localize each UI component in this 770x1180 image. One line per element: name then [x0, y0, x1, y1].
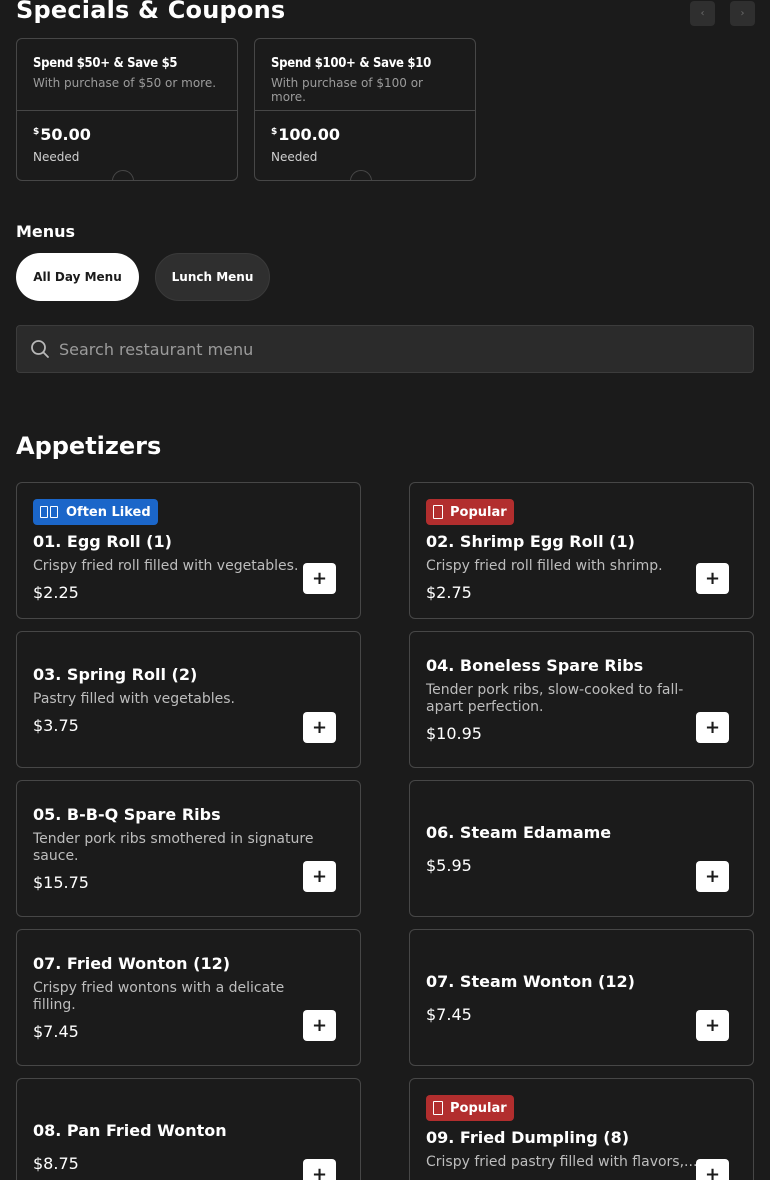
item-price: $15.75 [33, 873, 89, 892]
item-price: $2.75 [426, 583, 472, 602]
menu-item-card[interactable]: 06. Steam Edamame $5.95 + [409, 780, 754, 917]
menu-item-card[interactable]: Often Liked 01. Egg Roll (1) Crispy frie… [16, 482, 361, 619]
popular-badge: Popular [426, 499, 514, 525]
coupon-title: Spend $100+ & Save $10 [271, 56, 431, 71]
often-liked-icon [40, 506, 58, 518]
item-name: 03. Spring Roll (2) [33, 664, 198, 684]
item-name: 02. Shrimp Egg Roll (1) [426, 532, 635, 551]
coupon-needed: Needed [271, 150, 318, 164]
coupon-title: Spend $50+ & Save $5 [33, 56, 178, 71]
add-item-button[interactable]: + [696, 1010, 729, 1041]
item-description: Crispy fried roll filled with vegetables… [33, 558, 299, 574]
search-icon [31, 340, 49, 358]
tab-lunch-menu[interactable]: Lunch Menu [155, 253, 270, 301]
item-price: $8.75 [33, 1154, 79, 1173]
item-name: 06. Steam Edamame [426, 822, 612, 842]
popular-icon [433, 1101, 443, 1115]
search-input[interactable] [59, 326, 739, 372]
item-price: $7.45 [426, 1004, 472, 1024]
carousel-next-button[interactable]: › [730, 1, 755, 26]
add-item-button[interactable]: + [303, 1010, 336, 1041]
item-price: $10.95 [426, 724, 482, 743]
item-price: $3.75 [33, 715, 79, 735]
menu-item-card[interactable]: 07. Steam Wonton (12) $7.45 + [409, 929, 754, 1066]
add-item-button[interactable]: + [696, 563, 729, 594]
coupon-needed: Needed [33, 150, 80, 164]
add-item-button[interactable]: + [696, 1159, 729, 1180]
item-price: $5.95 [426, 855, 472, 875]
popular-icon [433, 505, 443, 519]
coupon-amount: $100.00 [271, 125, 341, 144]
add-item-button[interactable]: + [303, 563, 336, 594]
item-description: Pastry filled with vegetables. [33, 690, 235, 707]
item-name: 09. Fried Dumpling (8) [426, 1128, 630, 1147]
menu-item-card[interactable]: 05. B-B-Q Spare Ribs Tender pork ribs sm… [16, 780, 361, 917]
item-name: 07. Fried Wonton (12) [33, 954, 231, 973]
coupon-notch [112, 170, 134, 180]
chevron-right-icon: › [740, 8, 745, 19]
item-name: 04. Boneless Spare Ribs [426, 656, 644, 675]
add-item-button[interactable]: + [303, 712, 336, 743]
item-description: Tender pork ribs, slow-cooked to fall-ap… [426, 682, 684, 715]
add-item-button[interactable]: + [303, 861, 336, 892]
item-name: 01. Egg Roll (1) [33, 532, 172, 551]
add-item-button[interactable]: + [696, 712, 729, 743]
menu-item-card[interactable]: Popular 09. Fried Dumpling (8) Crispy fr… [409, 1078, 754, 1180]
menu-item-card[interactable]: 04. Boneless Spare Ribs Tender pork ribs… [409, 631, 754, 768]
coupon-card[interactable]: Spend $100+ & Save $10 With purchase of … [254, 38, 476, 181]
add-item-button[interactable]: + [303, 1159, 336, 1180]
item-name: 07. Steam Wonton (12) [426, 971, 635, 991]
popular-badge: Popular [426, 1095, 514, 1121]
coupon-notch [350, 170, 372, 180]
item-description: Crispy fried roll filled with shrimp. [426, 558, 663, 574]
specials-title: Specials & Coupons [16, 0, 286, 24]
item-price: $2.25 [33, 583, 79, 602]
menu-item-card[interactable]: 03. Spring Roll (2) Pastry filled with v… [16, 631, 361, 768]
tab-all-day-menu[interactable]: All Day Menu [16, 253, 139, 301]
item-name: 08. Pan Fried Wonton [33, 1121, 227, 1140]
item-description: Tender pork ribs smothered in signature … [33, 831, 314, 864]
often-liked-badge: Often Liked [33, 499, 158, 525]
section-title: Appetizers [16, 432, 162, 460]
item-price: $7.45 [33, 1022, 79, 1041]
coupon-subtitle: With purchase of $50 or more. [33, 76, 217, 90]
carousel-prev-button[interactable]: ‹ [690, 1, 715, 26]
coupon-card[interactable]: Spend $50+ & Save $5 With purchase of $5… [16, 38, 238, 181]
coupon-subtitle: With purchase of $100 or more. [271, 76, 423, 104]
add-item-button[interactable]: + [696, 861, 729, 892]
search-box[interactable] [16, 325, 754, 373]
item-description: Crispy fried pastry filled with flavors,… [426, 1154, 696, 1170]
chevron-left-icon: ‹ [700, 8, 705, 19]
menu-item-card[interactable]: Popular 02. Shrimp Egg Roll (1) Crispy f… [409, 482, 754, 619]
coupon-amount: $50.00 [33, 125, 91, 144]
item-name: 05. B-B-Q Spare Ribs [33, 805, 221, 824]
menus-label: Menus [16, 222, 76, 241]
menu-item-card[interactable]: 08. Pan Fried Wonton $8.75 + [16, 1078, 361, 1180]
item-description: Crispy fried wontons with a delicate fil… [33, 980, 285, 1013]
menu-item-card[interactable]: 07. Fried Wonton (12) Crispy fried wonto… [16, 929, 361, 1066]
